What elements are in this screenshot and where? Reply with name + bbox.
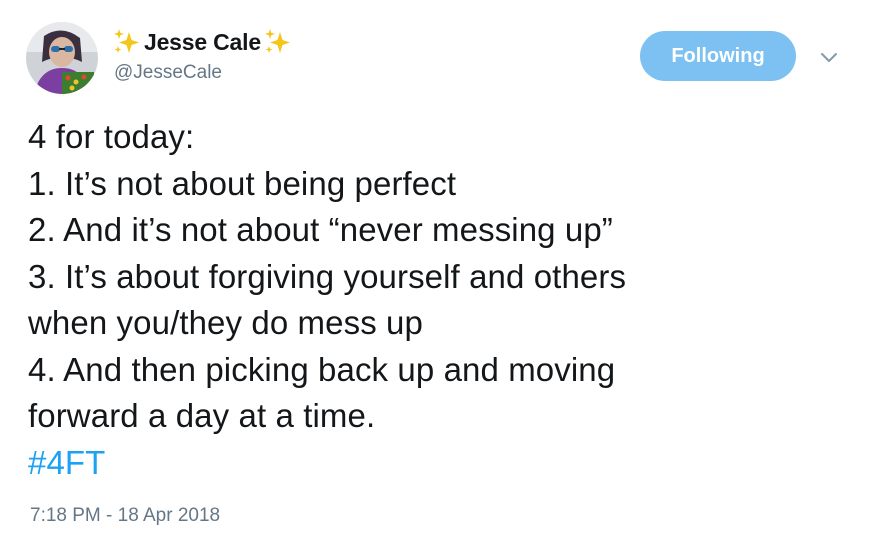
sparkles-icon bbox=[114, 29, 139, 53]
author-name-row[interactable]: Jesse Cale bbox=[112, 24, 293, 60]
tweet-line: 4 for today: bbox=[28, 118, 195, 155]
tweet-line: 1. It’s not about being perfect bbox=[28, 164, 457, 202]
sparkles-icon bbox=[264, 29, 290, 53]
tweet-line: when you/they do mess up bbox=[28, 304, 423, 341]
tweet-line: 4. And then picking back up and moving bbox=[28, 350, 616, 388]
tweet-line: 3. It’s about forgiving yourself and oth… bbox=[28, 257, 627, 295]
avatar-image bbox=[26, 22, 98, 94]
following-button[interactable]: Following bbox=[640, 31, 796, 81]
tweet-line: 2. And it’s not about “never messing up” bbox=[28, 211, 613, 248]
author-display-name: Jesse Cale bbox=[144, 28, 261, 55]
tweet-timestamp[interactable]: 7:18 PM - 18 Apr 2018 bbox=[30, 505, 220, 527]
tweet-line: forward a day at a time. bbox=[28, 397, 376, 434]
tweet-text: 4 for today: 1. It’s not about being per… bbox=[28, 114, 858, 486]
avatar[interactable] bbox=[26, 22, 98, 94]
hashtag-link[interactable]: #4FT bbox=[28, 440, 858, 487]
chevron-down-icon[interactable] bbox=[818, 46, 840, 68]
author-handle[interactable]: @JesseCale bbox=[114, 62, 222, 84]
